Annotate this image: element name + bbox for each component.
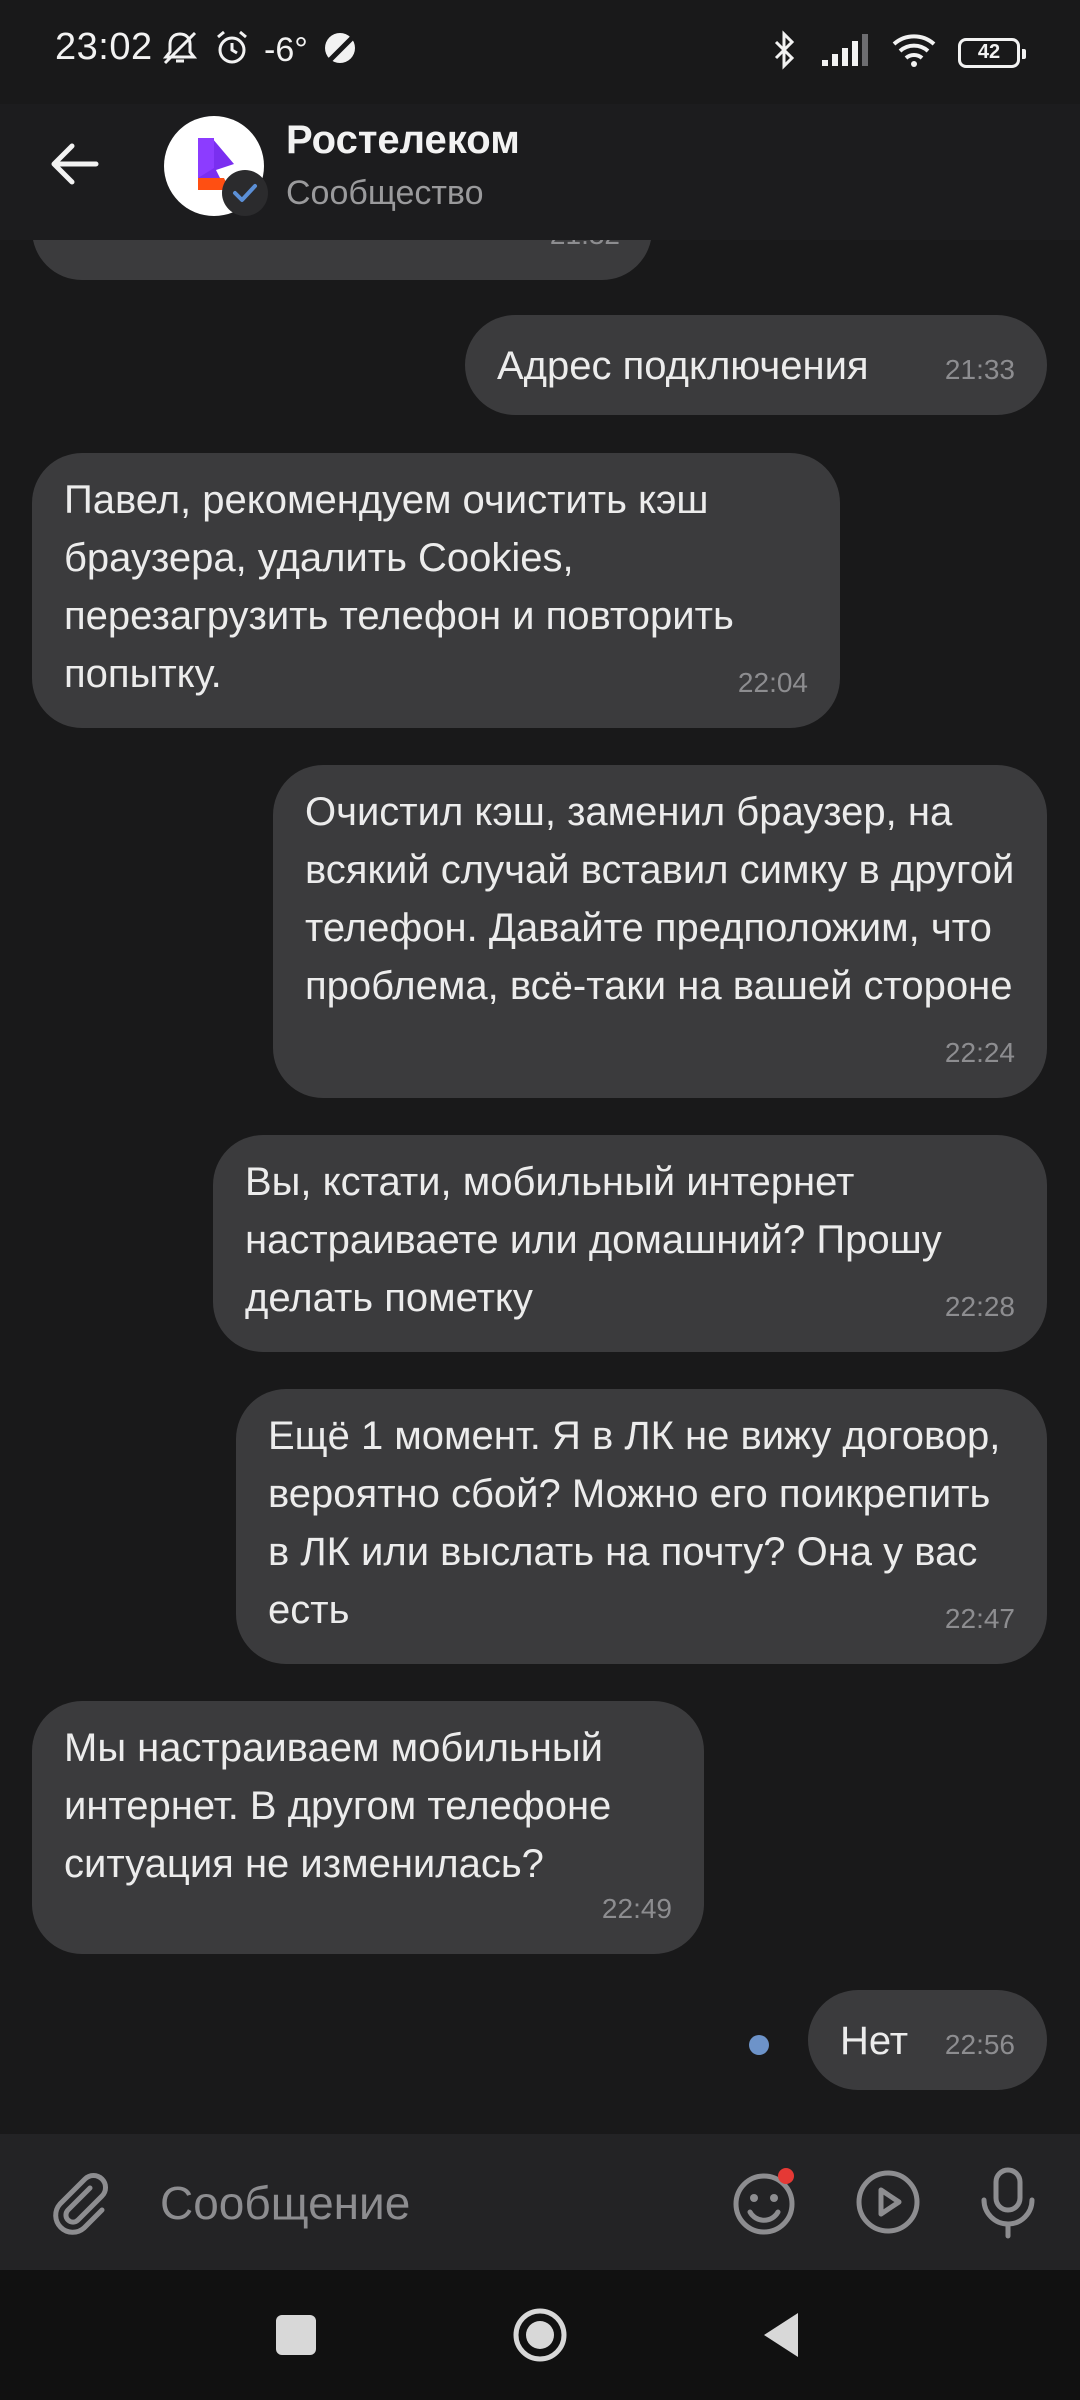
message-bubble-outgoing[interactable]: Ещё 1 момент. Я в ЛК не вижу договор, ве… xyxy=(236,1389,1047,1664)
unread-indicator xyxy=(749,2035,769,2055)
status-time: 23:02 xyxy=(55,26,153,68)
message-bubble-incoming[interactable]: 21:32 xyxy=(32,240,652,280)
message-text: Вы, кстати, мобильный интернет настраива… xyxy=(245,1160,942,1320)
back-nav-button[interactable] xyxy=(754,2305,814,2365)
message-bubble-incoming[interactable]: Мы настраиваем мобильный интернет. В дру… xyxy=(32,1701,704,1954)
battery-icon: 42 xyxy=(958,37,1026,68)
play-circle-icon xyxy=(856,2170,920,2234)
message-text: Павел, рекомендуем очистить кэш браузера… xyxy=(64,478,734,696)
home-button[interactable] xyxy=(510,2305,570,2365)
home-circle-icon xyxy=(513,2308,567,2362)
status-bar: 23:02 -6° 42 xyxy=(0,0,1080,104)
message-text: Ещё 1 момент. Я в ЛК не вижу договор, ве… xyxy=(268,1414,1001,1632)
chat-title[interactable]: Ростелеком xyxy=(286,118,520,163)
message-bubble-outgoing[interactable]: Очистил кэш, заменил браузер, на всякий … xyxy=(273,765,1047,1098)
message-text: Очистил кэш, заменил браузер, на всякий … xyxy=(305,790,1015,1008)
message-bubble-outgoing[interactable]: Адрес подключения 21:33 xyxy=(465,315,1047,415)
microphone-icon xyxy=(981,2167,1035,2239)
status-icons-right: 42 xyxy=(772,30,1026,75)
message-time: 21:32 xyxy=(550,240,620,264)
message-text: Адрес подключения xyxy=(497,344,869,388)
weather-icon xyxy=(320,28,360,73)
message-composer xyxy=(0,2134,1080,2270)
message-time: 22:04 xyxy=(737,667,808,698)
bluetooth-icon xyxy=(772,30,798,75)
back-button[interactable] xyxy=(44,132,108,196)
message-input[interactable] xyxy=(158,2170,682,2236)
video-message-button[interactable] xyxy=(852,2166,924,2238)
message-time: 22:49 xyxy=(601,1893,672,1924)
mute-icon xyxy=(160,28,200,73)
message-time: 22:28 xyxy=(944,1291,1015,1322)
message-text: Мы настраиваем мобильный интернет. В дру… xyxy=(64,1726,612,1886)
message-list[interactable]: 21:32 Адрес подключения 21:33 Павел, рек… xyxy=(0,240,1080,2134)
alarm-icon xyxy=(212,28,252,73)
message-bubble-outgoing[interactable]: Вы, кстати, мобильный интернет настраива… xyxy=(213,1135,1047,1352)
wifi-icon xyxy=(892,32,936,73)
message-bubble-incoming[interactable]: Павел, рекомендуем очистить кэш браузера… xyxy=(32,453,840,728)
emoji-button[interactable] xyxy=(730,2166,802,2238)
signal-icon xyxy=(820,32,870,73)
chat-subtitle: Сообщество xyxy=(286,174,484,212)
message-time: 22:47 xyxy=(944,1603,1015,1634)
system-navigation-bar xyxy=(0,2270,1080,2400)
message-time: 21:33 xyxy=(944,354,1015,385)
message-time: 22:24 xyxy=(944,1037,1015,1068)
square-icon xyxy=(276,2315,316,2355)
arrow-left-icon xyxy=(51,143,99,185)
attach-button[interactable] xyxy=(44,2166,116,2238)
temperature-text: -6° xyxy=(264,31,308,69)
triangle-back-icon xyxy=(764,2313,798,2357)
paperclip-icon xyxy=(53,2173,108,2235)
voice-message-button[interactable] xyxy=(972,2164,1044,2240)
message-bubble-outgoing[interactable]: Нет 22:56 xyxy=(808,1990,1047,2090)
chat-header: Ростелеком Сообщество xyxy=(0,104,1080,240)
status-icons-left: -6° xyxy=(160,28,360,73)
smile-icon xyxy=(733,2168,795,2235)
verified-badge-icon xyxy=(222,170,268,216)
recents-button[interactable] xyxy=(266,2305,326,2365)
message-time: 22:56 xyxy=(944,2029,1015,2060)
